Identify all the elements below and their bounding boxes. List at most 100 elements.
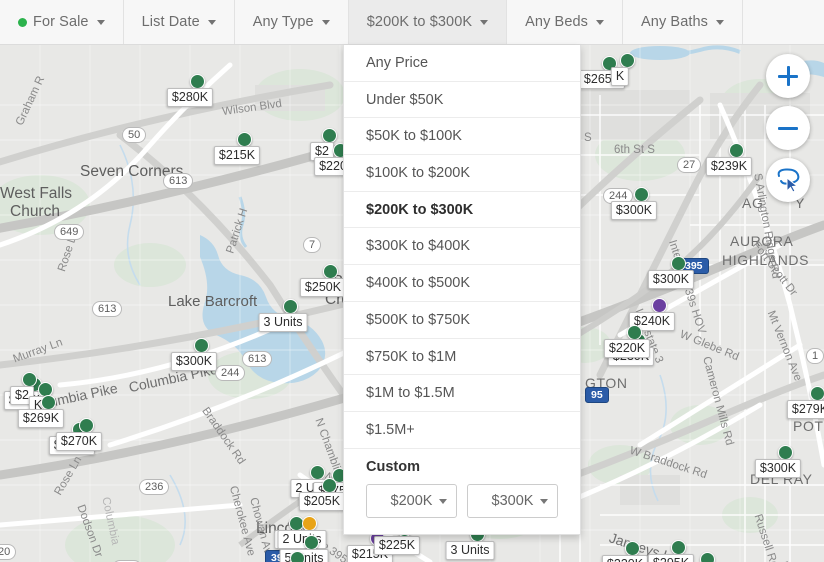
map-pin-icon <box>194 338 209 353</box>
price-option-8[interactable]: $750K to $1M <box>344 339 580 376</box>
map-pin-icon <box>729 143 744 158</box>
route-shield-236: 236 <box>139 479 170 495</box>
map-pin-icon <box>634 187 649 202</box>
marker-price-label: $280K <box>166 88 214 107</box>
chevron-down-icon <box>596 19 605 25</box>
filter-price-range-label: $200K to $300K <box>366 14 473 30</box>
chevron-down-icon <box>540 498 548 504</box>
marker-price-label: $225K <box>373 536 421 555</box>
filter-for-sale-label: For Sale <box>33 14 89 30</box>
marker-price-label: $215K <box>213 146 261 165</box>
marker-price-label: $300K <box>610 201 658 220</box>
price-option-9[interactable]: $1M to $1.5M <box>344 375 580 412</box>
marker-price-label: $205K <box>298 492 346 511</box>
marker-price-label: $279K <box>786 400 824 419</box>
map-pin-icon <box>620 53 635 68</box>
marker-price-label: $250K <box>299 278 347 297</box>
price-option-10[interactable]: $1.5M+ <box>344 412 580 449</box>
map-pin-icon <box>671 540 686 555</box>
marker-price-label: $300K <box>170 352 218 371</box>
route-shield-1: 1 <box>806 348 824 364</box>
map-pin-icon <box>627 325 642 340</box>
price-option-7[interactable]: $500K to $750K <box>344 302 580 339</box>
route-shield-613-c: 613 <box>242 351 273 367</box>
route-shield-50: 50 <box>122 127 147 143</box>
map-pin-icon <box>41 395 56 410</box>
map-pin-icon <box>778 445 793 460</box>
custom-price-selects: $200K $300K <box>366 483 558 518</box>
marker-price-label: 3 Units <box>445 541 495 560</box>
custom-min-price-value: $200K <box>390 492 433 509</box>
chevron-down-icon <box>321 19 330 25</box>
route-shield-613-b: 613 <box>92 301 123 317</box>
map-pin-icon <box>302 516 317 531</box>
custom-price-section: Custom $200K $300K <box>344 449 580 534</box>
custom-min-price-select[interactable]: $200K <box>366 483 457 518</box>
map-pin-icon <box>322 478 337 493</box>
custom-max-price-select[interactable]: $300K <box>467 483 558 518</box>
map-pin-icon <box>652 298 667 313</box>
map-controls <box>766 54 810 210</box>
marker-price-label: $300K <box>754 459 802 478</box>
price-option-0[interactable]: Any Price <box>344 45 580 82</box>
chevron-down-icon <box>716 19 725 25</box>
interstate-shield-95: 95 <box>585 387 609 403</box>
filter-any-baths[interactable]: Any Baths <box>623 0 744 44</box>
map-pin-icon <box>304 535 319 550</box>
map-pin-icon <box>322 128 337 143</box>
chevron-down-icon <box>480 19 489 25</box>
map-pin-icon <box>283 299 298 314</box>
map-pin-icon <box>323 264 338 279</box>
chevron-down-icon <box>96 19 105 25</box>
marker-price-label: $300K <box>647 270 695 289</box>
map-pin-icon <box>190 74 205 89</box>
price-option-list: Any Price Under $50K $50K to $100K $100K to… <box>344 45 580 449</box>
marker-price-label: $295K <box>647 554 695 562</box>
map-pin-icon <box>310 465 325 480</box>
custom-max-price-value: $300K <box>491 492 534 509</box>
filter-list-date-label: List Date <box>141 14 200 30</box>
lasso-cursor-icon <box>777 168 800 193</box>
filter-any-type[interactable]: Any Type <box>235 0 349 44</box>
map-pin-icon <box>625 541 640 556</box>
filter-list-date[interactable]: List Date <box>124 0 235 44</box>
filter-price-range[interactable]: $200K to $300K <box>348 0 508 44</box>
map-search-app: West Falls Church Seven Corners Lake Bar… <box>0 0 824 562</box>
marker-price-label: 3 Units <box>258 313 308 332</box>
filter-for-sale[interactable]: For Sale <box>0 0 124 44</box>
marker-price-label: $270K <box>55 432 103 451</box>
price-option-2[interactable]: $50K to $100K <box>344 118 580 156</box>
map-pin-icon <box>22 372 37 387</box>
marker-price-label: $220K <box>603 339 651 358</box>
route-shield-613-a: 613 <box>163 173 194 189</box>
draw-boundary-button[interactable] <box>766 158 810 202</box>
price-option-4[interactable]: $200K to $300K <box>344 192 580 229</box>
route-shield-649: 649 <box>54 224 85 240</box>
zoom-out-button[interactable] <box>766 106 810 150</box>
price-range-dropdown: Any Price Under $50K $50K to $100K $100K to… <box>343 45 581 535</box>
chevron-down-icon <box>207 19 216 25</box>
green-status-dot-icon <box>18 17 27 27</box>
minus-icon <box>778 126 798 130</box>
map-pin-icon <box>700 552 715 562</box>
route-shield-244-a: 244 <box>215 365 246 381</box>
zoom-in-button[interactable] <box>766 54 810 98</box>
marker-price-label: $230K <box>601 555 649 562</box>
map-pin-icon <box>290 551 305 562</box>
price-option-6[interactable]: $400K to $500K <box>344 265 580 302</box>
filter-toolbar: For Sale List Date Any Type $200K to $30… <box>0 0 824 45</box>
price-option-1[interactable]: Under $50K <box>344 82 580 119</box>
filter-any-type-label: Any Type <box>252 14 314 30</box>
marker-price-label: 2 Units <box>277 530 327 549</box>
filter-any-beds[interactable]: Any Beds <box>507 0 624 44</box>
price-option-3[interactable]: $100K to $200K <box>344 155 580 192</box>
filter-any-beds-label: Any Beds <box>525 14 589 30</box>
marker-price-label: $239K <box>705 157 753 176</box>
price-option-5[interactable]: $300K to $400K <box>344 228 580 266</box>
map-pin-icon <box>237 132 252 147</box>
custom-price-title: Custom <box>366 458 420 475</box>
route-shield-7: 7 <box>303 237 322 253</box>
map-pin-icon <box>671 256 686 271</box>
route-shield-27: 27 <box>677 157 702 173</box>
map-pin-icon <box>79 418 94 433</box>
